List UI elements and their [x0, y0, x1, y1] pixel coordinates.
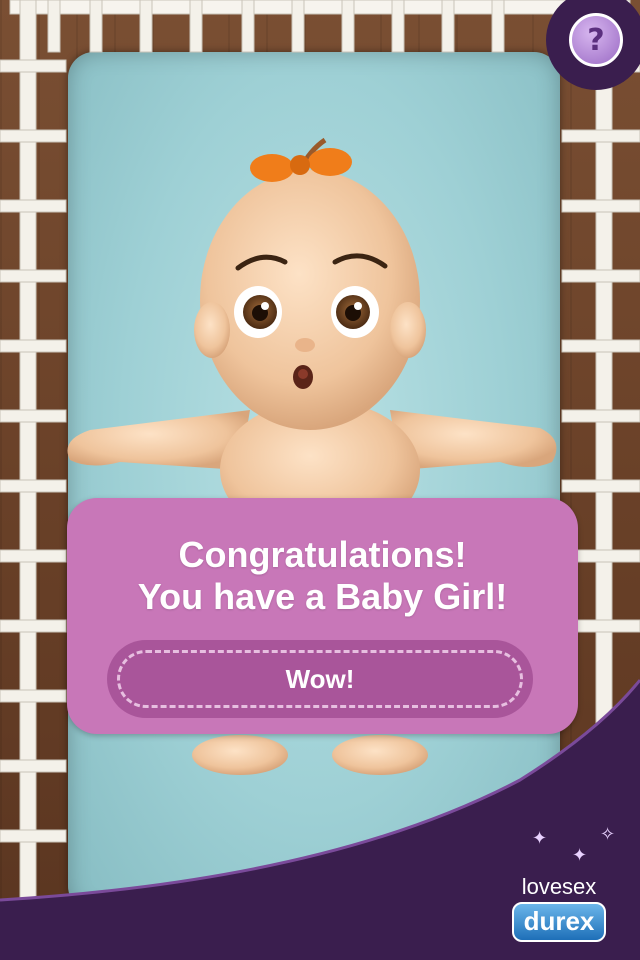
brand-swoosh — [0, 679, 640, 960]
durex-logo: durex — [511, 902, 607, 942]
wow-button-label: Wow! — [285, 663, 355, 694]
brand-tagline: lovesex — [521, 874, 597, 899]
durex-brand: lovesex durex — [504, 874, 614, 942]
sparkle-icon: ✧ — [600, 824, 616, 844]
dialog-title-line1: Congratulations! — [178, 534, 467, 575]
question-mark-icon: ? — [569, 13, 623, 67]
dialog-title: Congratulations! You have a Baby Girl! — [67, 534, 578, 618]
wow-button[interactable]: Wow! — [107, 640, 533, 718]
congratulations-dialog: Congratulations! You have a Baby Girl! W… — [67, 498, 578, 734]
sparkle-icon: ✦ — [572, 845, 588, 865]
dialog-title-line2: You have a Baby Girl! — [137, 576, 508, 617]
sparkle-icon: ✦ — [532, 828, 548, 848]
app-screen: ✦ ✦ ✧ ? Congratulations! You have a Baby… — [0, 0, 640, 960]
